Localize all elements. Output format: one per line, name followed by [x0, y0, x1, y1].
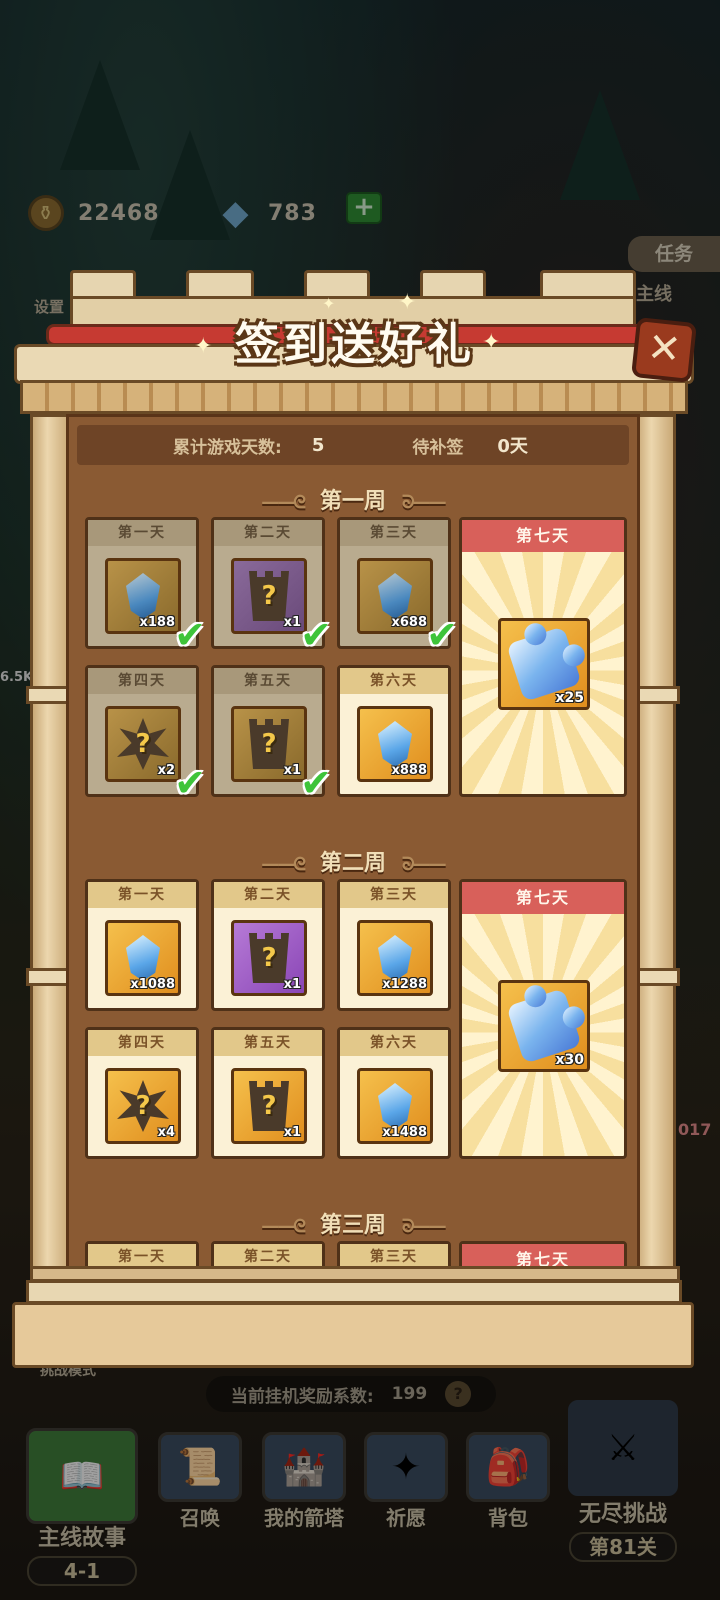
day7-cell[interactable]: 第七天 x30 [459, 879, 627, 1159]
day-cell[interactable]: 第三天 x1288 [337, 879, 451, 1011]
day-label: 第三天 [340, 882, 448, 908]
day7-label: 第七天 [462, 882, 624, 914]
ornament-icon: ᘐ—— [402, 854, 447, 875]
day-label: 第二天 [214, 882, 322, 908]
ornament-icon: ——ᘓ [261, 492, 306, 513]
right-column [634, 414, 676, 1274]
day7-label: 第七天 [462, 520, 624, 552]
day-cell[interactable]: 第三天 x688 ✔ [337, 517, 458, 654]
reward-item: x25 [498, 618, 590, 710]
week-title: ——ᘓ 第三周 ᘐ—— [69, 1207, 637, 1239]
mystery-tower-icon: ? [249, 1081, 289, 1131]
week-title-text: 第二周 [319, 851, 386, 876]
reward-quantity: x1 [283, 977, 301, 992]
day-label: 第二天 [214, 520, 322, 546]
reward-quantity: x25 [555, 690, 584, 706]
day-cell[interactable]: 第五天 ? x1 [211, 1027, 325, 1159]
ornament-icon: ——ᘓ [261, 854, 306, 875]
day-cell[interactable]: 第一天 x1088 [85, 879, 199, 1011]
reward-item: ? x1 [231, 1068, 307, 1144]
reward-quantity: x30 [555, 1052, 584, 1068]
gem-icon [378, 721, 412, 767]
day-cell[interactable]: 第一天 x188 ✔ [85, 517, 206, 654]
day-label: 第一天 [88, 882, 196, 908]
base-step [26, 1280, 682, 1304]
week-title-text: 第三周 [319, 1213, 386, 1238]
close-button[interactable]: ✕ [631, 317, 697, 383]
ornament-icon: ᘐ—— [402, 492, 447, 513]
day-cell[interactable]: 第六天 x888 [337, 665, 451, 797]
check-icon: ✔ [174, 761, 206, 805]
reward-item: ? x4 [105, 1068, 181, 1144]
reward-quantity: x1 [283, 1125, 301, 1140]
check-icon: ✔ [426, 613, 458, 657]
modal-title-box: 签到送好礼 [210, 304, 500, 376]
mystery-tower-icon: ? [249, 571, 289, 621]
frieze [20, 380, 688, 414]
day-label: 第六天 [340, 668, 448, 694]
sparkle-icon: ✦ [194, 334, 213, 359]
reward-quantity: x888 [391, 763, 427, 778]
reward-item: x1288 [357, 920, 433, 996]
sparkle-icon: ✦ [482, 330, 501, 355]
day-cell[interactable]: 第二天 ? x1 [211, 879, 325, 1011]
day-cell[interactable]: 第二天 ? x1 ✔ [211, 517, 332, 654]
gem-icon [378, 935, 412, 981]
reward-quantity: x1288 [382, 977, 427, 992]
gem-icon [378, 1083, 412, 1129]
reward-quantity: x1488 [382, 1125, 427, 1140]
close-icon: ✕ [645, 324, 684, 374]
checkin-panel[interactable]: 累计游戏天数: 5 待补签 0天 ——ᘓ 第一周 ᘐ—— 第一天 x188 ✔ 第二… [66, 414, 640, 1274]
reward-item: x888 [357, 706, 433, 782]
mystery-tower-icon: ? [249, 933, 289, 983]
makeup-value: 0天 [497, 436, 528, 457]
check-icon: ✔ [174, 613, 206, 657]
day-label: 第三天 [340, 520, 448, 546]
base-plinth [12, 1302, 694, 1368]
sparkle-icon: ✦ [398, 290, 417, 315]
sparkle-icon: ✦ [322, 294, 336, 313]
reward-item: x30 [498, 980, 590, 1072]
stats-bar: 累计游戏天数: 5 待补签 0天 [77, 425, 629, 465]
day-cell[interactable]: 第六天 x1488 [337, 1027, 451, 1159]
day-label: 第五天 [214, 668, 322, 694]
gem-icon [126, 935, 160, 981]
week-title: ——ᘓ 第一周 ᘐ—— [69, 483, 637, 515]
total-days-label: 累计游戏天数: [173, 437, 282, 458]
ornament-icon: ᘐ—— [402, 1216, 447, 1237]
check-icon: ✔ [300, 613, 332, 657]
day-label: 第五天 [214, 1030, 322, 1056]
mystery-tower-icon: ? [249, 719, 289, 769]
makeup-label: 待补签 [412, 437, 464, 458]
day-cell[interactable]: 第四天 ? x4 [85, 1027, 199, 1159]
week-title-text: 第一周 [319, 489, 386, 514]
check-icon: ✔ [300, 761, 332, 805]
total-days-value: 5 [311, 434, 325, 456]
day-label: 第四天 [88, 1030, 196, 1056]
day-cell[interactable]: 第五天 ? x1 ✔ [211, 665, 332, 802]
gem-icon [126, 573, 160, 619]
gem-icon [378, 573, 412, 619]
reward-item: ? x1 [231, 920, 307, 996]
day7-cell[interactable]: 第七天 x25 [459, 517, 627, 797]
day-cell[interactable]: 第四天 ? x2 ✔ [85, 665, 206, 802]
modal-title: 签到送好礼 [235, 319, 475, 370]
day-label: 第四天 [88, 668, 196, 694]
reward-quantity: x1088 [130, 977, 175, 992]
reward-quantity: x4 [157, 1125, 175, 1140]
reward-item: x1488 [357, 1068, 433, 1144]
reward-item: x1088 [105, 920, 181, 996]
ornament-icon: ——ᘓ [261, 1216, 306, 1237]
week-title: ——ᘓ 第二周 ᘐ—— [69, 845, 637, 877]
day-label: 第六天 [340, 1030, 448, 1056]
day-label: 第一天 [88, 520, 196, 546]
